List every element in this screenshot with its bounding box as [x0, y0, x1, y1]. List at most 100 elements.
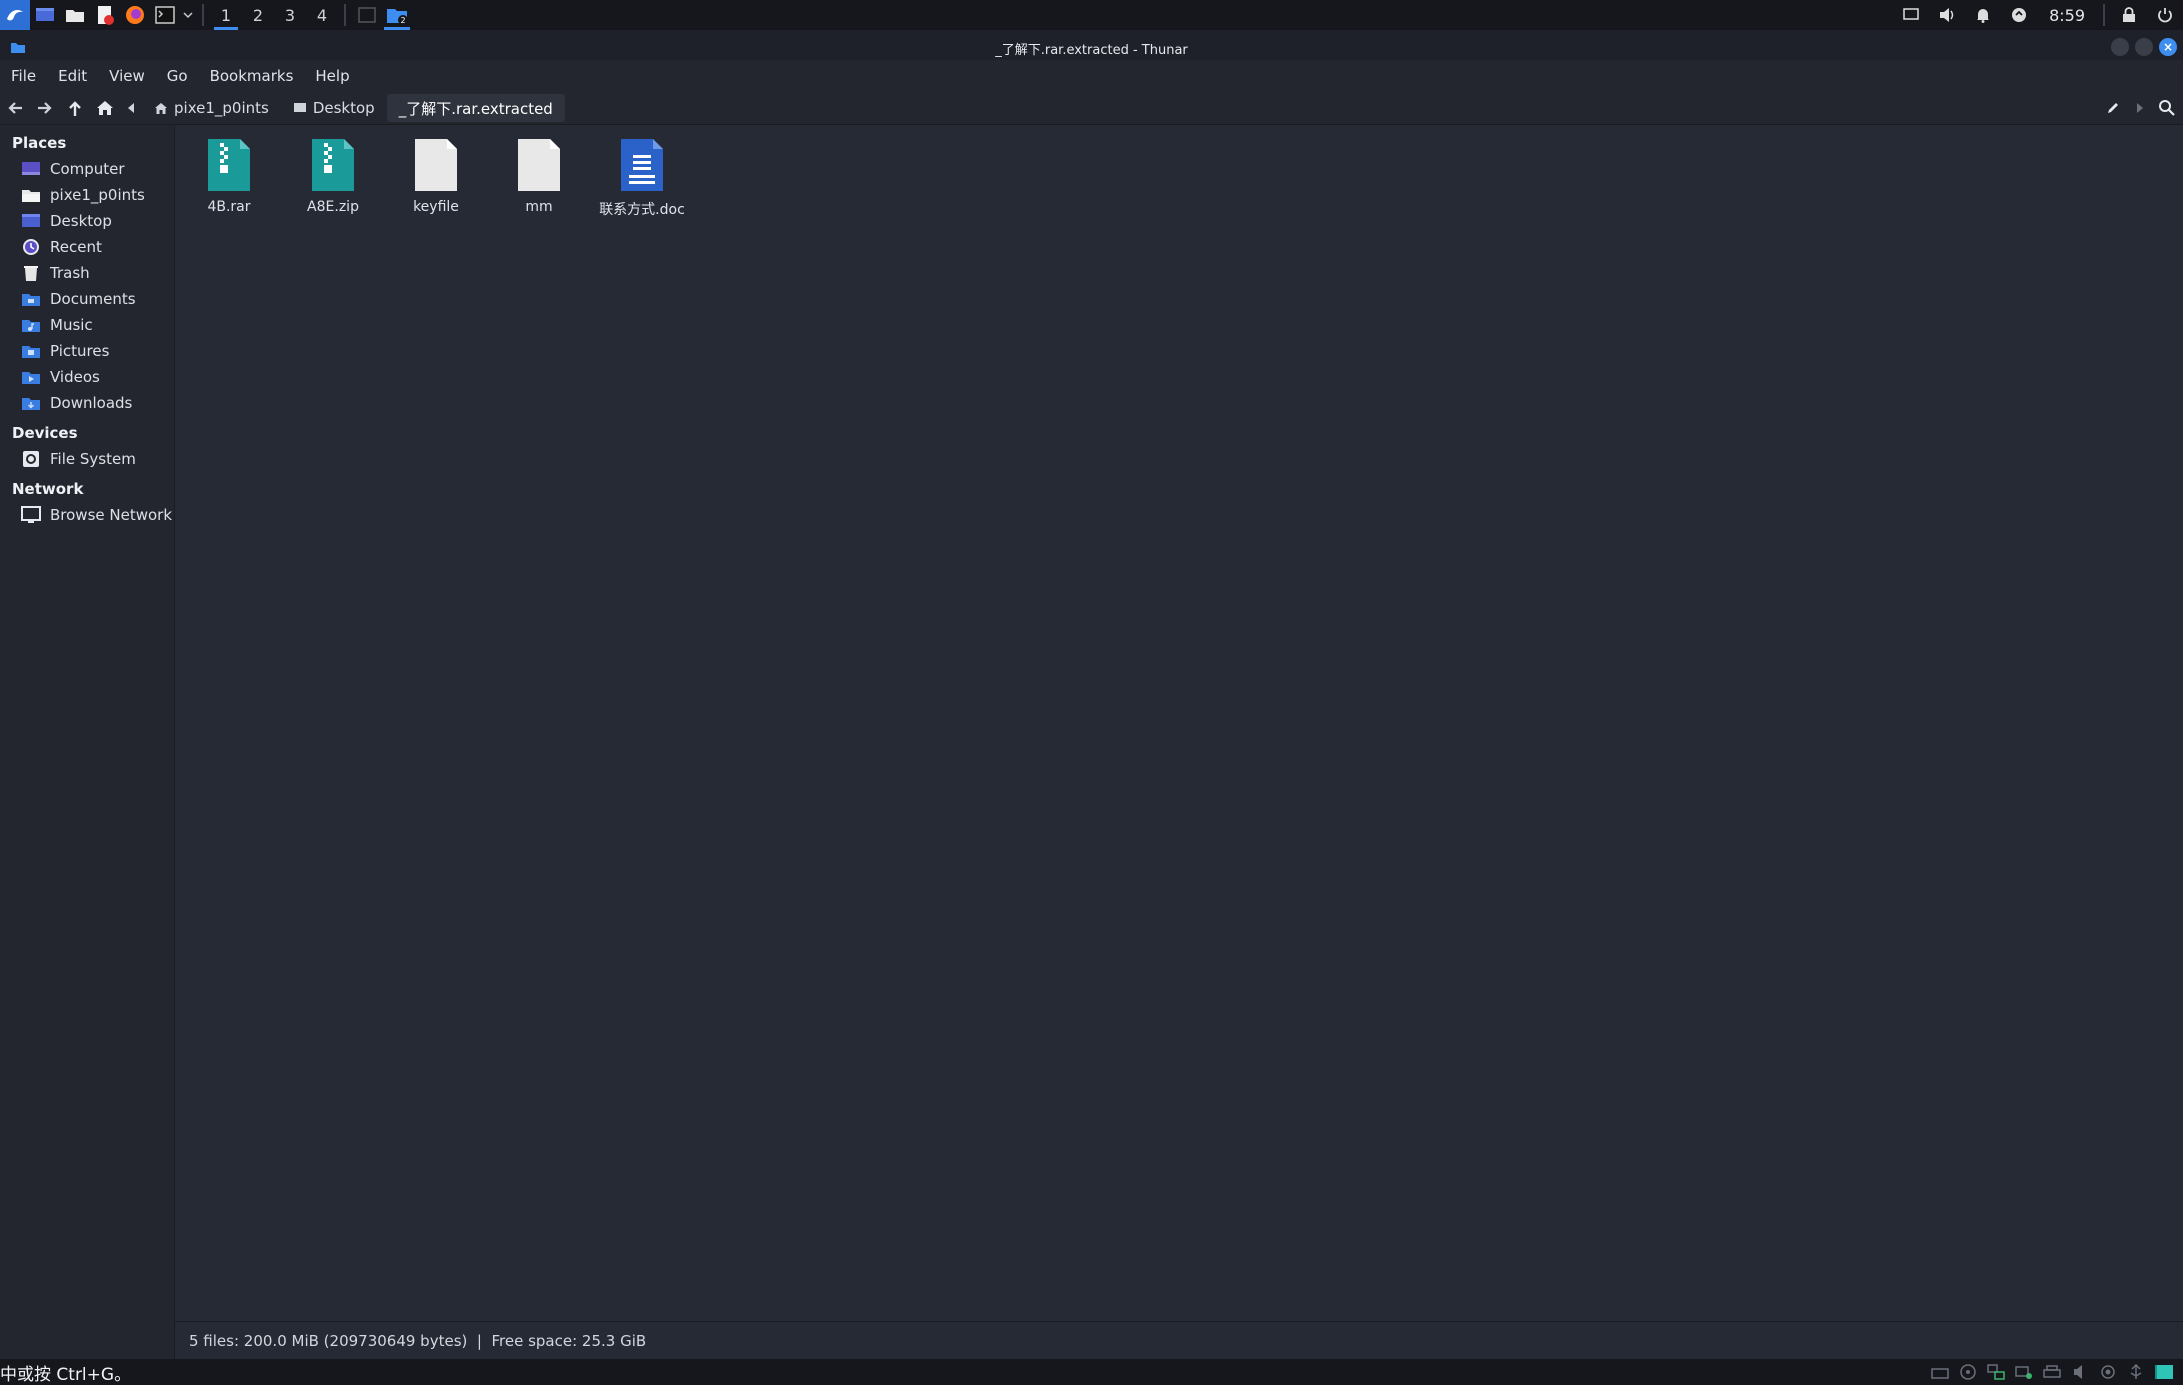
volume-icon	[1940, 8, 1954, 22]
sidebar-item-downloads[interactable]: Downloads	[0, 390, 174, 416]
drive-tray-button[interactable]	[1929, 1361, 1951, 1383]
file-item-mm[interactable]: mm	[487, 137, 591, 215]
text-editor-icon	[98, 6, 114, 25]
sidebar-item-trash[interactable]: Trash	[0, 260, 174, 286]
capture-tray-button[interactable]	[2097, 1361, 2119, 1383]
downloads-folder-icon	[22, 398, 40, 410]
trash-icon	[24, 266, 38, 281]
blank-file-icon	[415, 139, 457, 191]
taskbar-thunar-window[interactable]: 2	[382, 0, 412, 30]
home-button[interactable]	[90, 92, 120, 124]
input-method-hint: 中或按 Ctrl+G。	[0, 1364, 132, 1385]
printer-icon	[2043, 1365, 2061, 1378]
sidebar-item-computer[interactable]: Computer	[0, 156, 174, 182]
close-button[interactable]: ×	[2159, 38, 2177, 56]
file-view[interactable]: 4B.rar A8E.zip keyfile mm 联系方式.doc	[175, 125, 2183, 1321]
disc-tray-button[interactable]	[1957, 1361, 1979, 1383]
workspace-3[interactable]: 3	[274, 0, 306, 30]
file-item-a8e-zip[interactable]: A8E.zip	[281, 137, 385, 215]
file-name: A8E.zip	[307, 199, 359, 215]
taskbar-terminal-window[interactable]	[352, 0, 382, 30]
pencil-icon	[2108, 103, 2118, 113]
menu-go[interactable]: Go	[156, 67, 199, 85]
chevron-left-icon	[128, 103, 134, 113]
logout-button[interactable]	[2147, 0, 2183, 30]
forward-button[interactable]	[30, 92, 60, 124]
menu-bookmarks[interactable]: Bookmarks	[199, 67, 305, 85]
network-activity-icon	[1987, 1364, 2005, 1380]
file-manager-launcher[interactable]	[60, 0, 90, 30]
search-button[interactable]	[2151, 92, 2183, 124]
lock-icon	[2123, 7, 2135, 22]
audio-tray-button[interactable]	[2069, 1361, 2091, 1383]
menu-edit[interactable]: Edit	[47, 67, 98, 85]
file-name: 联系方式.doc	[599, 202, 685, 218]
sidebar-section-network: Network	[12, 480, 84, 498]
display-tray-button[interactable]	[1893, 0, 1929, 30]
search-icon	[2159, 100, 2175, 116]
terminal-launcher[interactable]	[150, 0, 180, 30]
music-folder-icon	[22, 320, 40, 332]
network-activity-tray-button[interactable]	[1985, 1361, 2007, 1383]
sidebar-item-videos[interactable]: Videos	[0, 364, 174, 390]
sidebar-item-music[interactable]: Music	[0, 312, 174, 338]
file-item-4b-rar[interactable]: 4B.rar	[177, 137, 281, 215]
sidebar-item-recent[interactable]: Recent	[0, 234, 174, 260]
file-item-contact-doc[interactable]: 联系方式.doc	[590, 137, 694, 219]
back-button[interactable]	[0, 92, 30, 124]
folder-icon: 2	[387, 9, 408, 25]
breadcrumb-current[interactable]: _了解下.rar.extracted	[386, 94, 565, 122]
shared-folder-tray-button[interactable]	[2013, 1361, 2035, 1383]
text-editor-launcher[interactable]	[90, 0, 120, 30]
sidebar-item-label: Recent	[50, 238, 102, 256]
home-icon	[97, 101, 113, 115]
sidebar-item-pictures[interactable]: Pictures	[0, 338, 174, 364]
sidebar-item-home[interactable]: pixe1_p0ints	[0, 182, 174, 208]
firefox-launcher[interactable]	[120, 0, 150, 30]
panel-separator	[202, 4, 204, 26]
menu-help[interactable]: Help	[304, 67, 360, 85]
sidebar-item-browse-network[interactable]: Browse Network	[0, 502, 174, 528]
folder-icon	[66, 10, 84, 22]
maximize-button[interactable]	[2135, 38, 2153, 56]
breadcrumb-scroll-right[interactable]	[2129, 92, 2151, 124]
workspace-1[interactable]: 1	[210, 0, 242, 30]
sidebar-item-desktop[interactable]: Desktop	[0, 208, 174, 234]
breadcrumb-desktop[interactable]: Desktop	[281, 94, 387, 122]
volume-tray-button[interactable]	[1929, 0, 1965, 30]
parent-folder-button[interactable]	[60, 92, 90, 124]
sidebar-section-places: Places	[12, 134, 67, 152]
record-icon	[2101, 1365, 2115, 1379]
launcher-dropdown[interactable]	[180, 0, 196, 30]
menu-file[interactable]: File	[0, 67, 47, 85]
vm-status-tray-button[interactable]	[2153, 1361, 2175, 1383]
window-title: _了解下.rar.extracted - Thunar	[995, 42, 1188, 58]
usb-icon	[2130, 1364, 2142, 1379]
shared-folder-icon	[2015, 1366, 2032, 1379]
sidebar-item-documents[interactable]: Documents	[0, 286, 174, 312]
sidebar-item-label: Computer	[50, 160, 125, 178]
sidebar-item-filesystem[interactable]: File System	[0, 446, 174, 472]
panel-separator	[2103, 4, 2105, 26]
sidebar-item-label: Trash	[50, 264, 90, 282]
workspace-4[interactable]: 4	[306, 0, 338, 30]
edit-location-button[interactable]	[2097, 92, 2129, 124]
show-desktop-button[interactable]	[30, 0, 60, 30]
printer-tray-button[interactable]	[2041, 1361, 2063, 1383]
menu-view[interactable]: View	[98, 67, 156, 85]
sidebar-item-label: Desktop	[50, 212, 112, 230]
network-tray-button[interactable]	[2001, 0, 2037, 30]
notifications-tray-button[interactable]	[1965, 0, 2001, 30]
minimize-button[interactable]	[2111, 38, 2129, 56]
breadcrumb-home[interactable]: pixe1_p0ints	[142, 94, 281, 122]
lock-screen-button[interactable]	[2111, 0, 2147, 30]
bell-icon	[1977, 9, 1990, 23]
usb-tray-button[interactable]	[2125, 1361, 2147, 1383]
workspace-2[interactable]: 2	[242, 0, 274, 30]
clock[interactable]: 8:59	[2037, 6, 2097, 25]
firefox-icon	[126, 6, 144, 24]
breadcrumb-scroll-left[interactable]	[120, 92, 142, 124]
file-item-keyfile[interactable]: keyfile	[384, 137, 488, 215]
app-menu-button[interactable]	[0, 0, 30, 30]
file-name: 4B.rar	[207, 199, 251, 215]
